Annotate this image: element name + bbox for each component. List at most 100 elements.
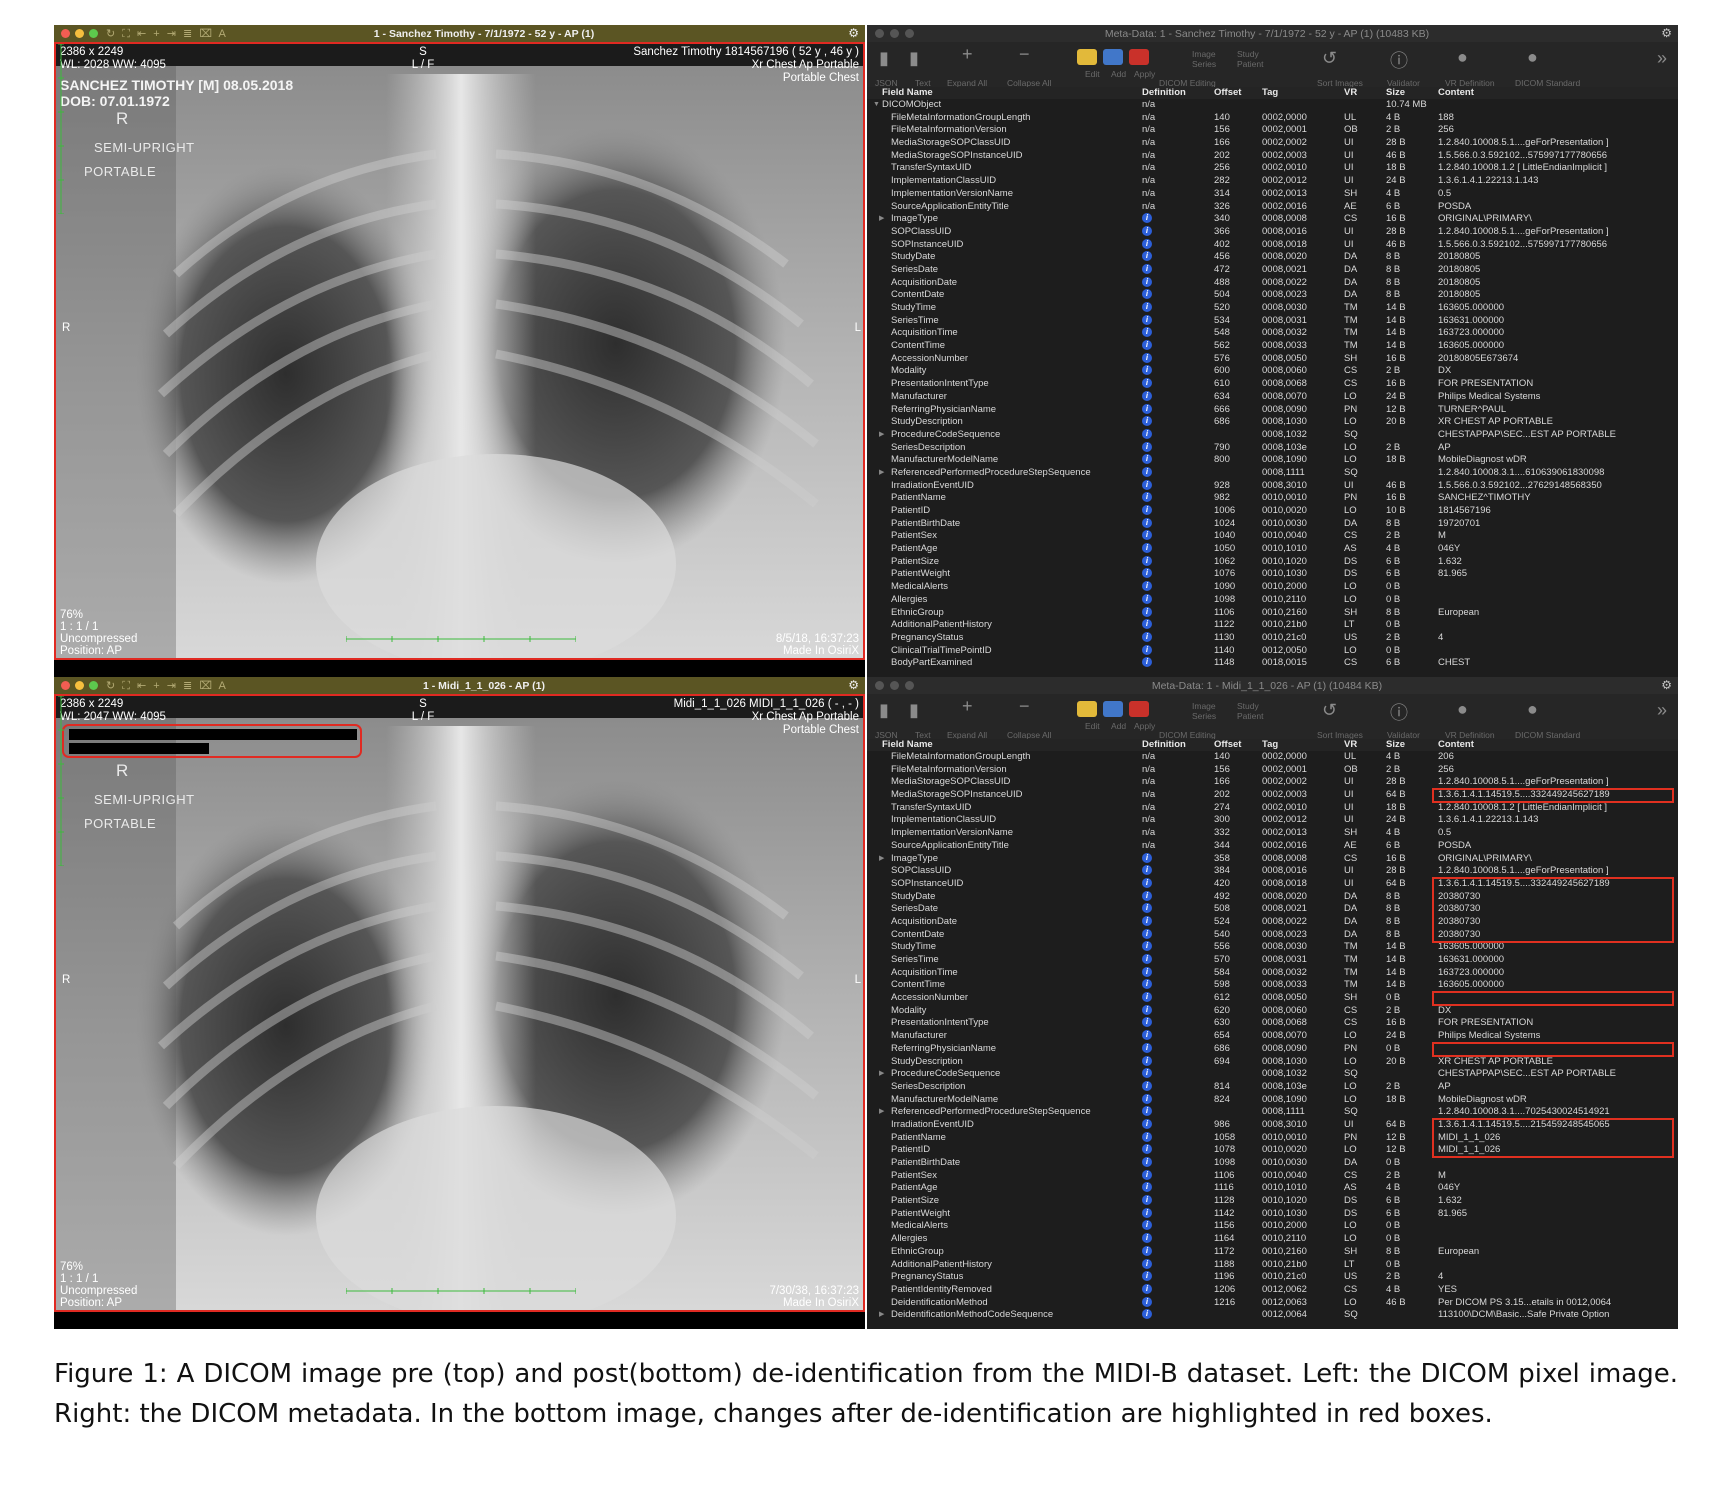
table-row[interactable]: SOPClassUID i > 384 0008,0016 UI 28 B 1.2.840.…: [867, 865, 1678, 878]
zoom-button[interactable]: [905, 29, 914, 38]
add-icon[interactable]: [1103, 49, 1123, 65]
table-row[interactable]: PatientBirthDate i > 1098 0010,0030 DA 0 B: [867, 1157, 1678, 1170]
table-row[interactable]: StudyTime i > 520 0008,0030 TM 14 B 163605.000…: [867, 302, 1678, 315]
table-row[interactable]: AccessionNumber i > 576 0008,0050 SH 16 B 2018…: [867, 352, 1678, 366]
table-row[interactable]: MediaStorageSOPInstanceUID n/a 202 0002,000…: [867, 789, 1678, 802]
table-row[interactable]: ▶ ReferencedPerformedProcedureStepSequenc…: [867, 466, 1678, 480]
column-header[interactable]: Size: [1386, 739, 1405, 750]
table-row[interactable]: Allergies i > 1164 0010,2110 LO 0 B: [867, 1233, 1678, 1246]
column-header[interactable]: Field Name: [882, 739, 933, 750]
column-header[interactable]: Content: [1438, 87, 1474, 98]
table-row[interactable]: SeriesDescription i > 790 0008,103e LO 2 B AP: [867, 441, 1678, 455]
table-row[interactable]: ReferringPhysicianName i > 686 0008,0090 PN 0…: [867, 1042, 1678, 1056]
table-row[interactable]: PatientWeight i > 1076 0010,1030 DS 6 B 81.965: [867, 568, 1678, 581]
table-row[interactable]: PatientID i > 1078 0010,0020 LO 12 B MIDI_1_1_…: [867, 1144, 1678, 1157]
toolbar-label-series[interactable]: Series: [1192, 711, 1216, 721]
column-header[interactable]: Size: [1386, 87, 1405, 98]
toolbar-label-edit[interactable]: Edit: [1085, 69, 1100, 79]
table-row[interactable]: AccessionNumber i > 612 0008,0050 SH 0 B: [867, 992, 1678, 1005]
sort-icon[interactable]: ↺: [1322, 700, 1337, 721]
add-icon[interactable]: [1103, 701, 1123, 717]
table-row[interactable]: ▶ ReferencedPerformedProcedureStepSequenc…: [867, 1106, 1678, 1119]
column-header[interactable]: Offset: [1214, 87, 1241, 98]
close-button[interactable]: [61, 681, 70, 690]
table-row[interactable]: ContentTime i > 562 0008,0033 TM 14 B 163605.0…: [867, 340, 1678, 353]
column-header[interactable]: Content: [1438, 739, 1474, 750]
edit-icon[interactable]: [1077, 701, 1097, 717]
zoom-button[interactable]: [905, 681, 914, 690]
table-row[interactable]: SeriesTime i > 570 0008,0031 TM 14 B 163631.00…: [867, 954, 1678, 967]
table-row[interactable]: EthnicGroup i > 1106 0010,2160 SH 8 B European: [867, 606, 1678, 620]
table-row[interactable]: ContentTime i > 598 0008,0033 TM 14 B 163605.0…: [867, 979, 1678, 992]
close-button[interactable]: [61, 29, 70, 38]
table-row[interactable]: PatientName i > 982 0010,0010 PN 16 B SANCHEZ^…: [867, 492, 1678, 505]
table-row[interactable]: StudyDate i > 456 0008,0020 DA 8 B 20180805: [867, 251, 1678, 264]
table-row[interactable]: Manufacturer i > 654 0008,0070 LO 24 B Philips…: [867, 1030, 1678, 1043]
table-row[interactable]: ContentDate i > 540 0008,0023 DA 8 B 20380730: [867, 928, 1678, 942]
disclosure-closed-icon[interactable]: ▶: [879, 1309, 884, 1322]
table-row[interactable]: PatientSex i > 1040 0010,0040 CS 2 B M: [867, 530, 1678, 543]
apply-icon[interactable]: [1129, 701, 1149, 717]
minus-icon[interactable]: −: [1019, 696, 1030, 717]
disclosure-closed-icon[interactable]: ▶: [879, 853, 884, 866]
document-icon[interactable]: ▮: [879, 48, 889, 69]
info-icon[interactable]: ⓘ: [1390, 47, 1408, 73]
toolbar-label-image[interactable]: Image: [1192, 49, 1216, 59]
table-row[interactable]: PatientSize i > 1128 0010,1020 DS 6 B 1.632: [867, 1195, 1678, 1208]
table-row[interactable]: EthnicGroup i > 1172 0010,2160 SH 8 B European: [867, 1245, 1678, 1259]
disclosure-closed-icon[interactable]: ▶: [879, 1068, 884, 1081]
table-row[interactable]: IrradiationEventUID i > 928 0008,3010 UI 46 B…: [867, 479, 1678, 493]
save-icon[interactable]: ▮: [909, 700, 919, 721]
edit-icon[interactable]: [1077, 49, 1097, 65]
table-row[interactable]: SeriesTime i > 534 0008,0031 TM 14 B 163631.00…: [867, 314, 1678, 328]
column-header[interactable]: Offset: [1214, 739, 1241, 750]
plus-icon[interactable]: +: [962, 696, 973, 717]
dicom-standard-icon[interactable]: ●: [1527, 699, 1538, 720]
toolbar-label-study[interactable]: Study: [1237, 49, 1259, 59]
info-icon[interactable]: ⓘ: [1390, 699, 1408, 725]
disclosure-open-icon[interactable]: ▼: [873, 99, 880, 112]
column-header[interactable]: VR: [1344, 87, 1357, 98]
table-row[interactable]: ▶ DeidentificationMethodCodeSequence i > 00…: [867, 1309, 1678, 1322]
more-icon[interactable]: »: [1657, 700, 1667, 721]
table-row[interactable]: PatientSize i > 1062 0010,1020 DS 6 B 1.632: [867, 555, 1678, 569]
table-row[interactable]: AdditionalPatientHistory i > 1188 0010,21b0…: [867, 1258, 1678, 1272]
table-row[interactable]: SOPInstanceUID i > 402 0008,0018 UI 46 B 1.5.5…: [867, 238, 1678, 252]
table-row[interactable]: TransferSyntaxUID n/a 256 0002,0010 UI 18 B 1.…: [867, 162, 1678, 175]
table-row[interactable]: ▶ ProcedureCodeSequence i > 0008,1032 SQ CHES…: [867, 428, 1678, 442]
plus-icon[interactable]: +: [962, 44, 973, 65]
table-row[interactable]: Modality i > 600 0008,0060 CS 2 B DX: [867, 365, 1678, 378]
table-row[interactable]: PatientID i > 1006 0010,0020 LO 10 B 181456719…: [867, 505, 1678, 518]
table-row[interactable]: StudyDescription i > 686 0008,1030 LO 20 B XR …: [867, 416, 1678, 429]
disclosure-closed-icon[interactable]: ▶: [879, 429, 884, 442]
column-header[interactable]: Definition: [1142, 87, 1186, 98]
sort-icon[interactable]: ↺: [1322, 48, 1337, 69]
disclosure-closed-icon[interactable]: ▶: [879, 213, 884, 226]
toolbar-label-patient[interactable]: Patient: [1237, 59, 1263, 69]
table-row[interactable]: PresentationIntentType i > 610 0008,0068 CS 1…: [867, 378, 1678, 391]
table-row[interactable]: PregnancyStatus i > 1130 0010,21c0 US 2 B 4: [867, 631, 1678, 645]
viewer-tool-icons[interactable]: ↻ ⛶ ⇤ + ⇥ ≣ ⌧ A: [106, 27, 228, 41]
table-row[interactable]: AdditionalPatientHistory i > 1122 0010,21b0…: [867, 619, 1678, 632]
minimize-button[interactable]: [75, 29, 84, 38]
table-row[interactable]: SourceApplicationEntityTitle n/a 326 0002,0…: [867, 201, 1678, 214]
column-header[interactable]: Tag: [1262, 87, 1278, 98]
table-row[interactable]: ManufacturerModelName i > 824 0008,1090 LO 18…: [867, 1093, 1678, 1107]
table-row[interactable]: SeriesDescription i > 814 0008,103e LO 2 B AP: [867, 1080, 1678, 1094]
table-row[interactable]: StudyTime i > 556 0008,0030 TM 14 B 163605.000…: [867, 941, 1678, 954]
minimize-button[interactable]: [890, 681, 899, 690]
table-row[interactable]: FileMetaInformationGroupLength n/a 140 0002…: [867, 751, 1678, 764]
table-row[interactable]: ▶ ImageType i > 340 0008,0008 CS 16 B ORIGINAL\…: [867, 213, 1678, 226]
disclosure-closed-icon[interactable]: ▶: [879, 1106, 884, 1119]
table-row[interactable]: ImplementationClassUID n/a 282 0002,0012 UI 2…: [867, 175, 1678, 188]
table-row[interactable]: TransferSyntaxUID n/a 274 0002,0010 UI 18 B 1.…: [867, 802, 1678, 815]
table-row[interactable]: ClinicalTrialTimePointID i > 1140 0012,0050…: [867, 644, 1678, 658]
minimize-button[interactable]: [75, 681, 84, 690]
table-row[interactable]: PresentationIntentType i > 630 0008,0068 CS 1…: [867, 1017, 1678, 1030]
toolbar-label-study[interactable]: Study: [1237, 701, 1259, 711]
vr-definition-icon[interactable]: ●: [1457, 699, 1468, 720]
table-row[interactable]: ▶ ProcedureCodeSequence i > 0008,1032 SQ CHES…: [867, 1068, 1678, 1081]
table-row[interactable]: AcquisitionDate i > 524 0008,0022 DA 8 B 20380…: [867, 915, 1678, 929]
table-row[interactable]: ManufacturerModelName i > 800 0008,1090 LO 18…: [867, 454, 1678, 467]
table-row[interactable]: FileMetaInformationVersion n/a 156 0002,000…: [867, 764, 1678, 777]
